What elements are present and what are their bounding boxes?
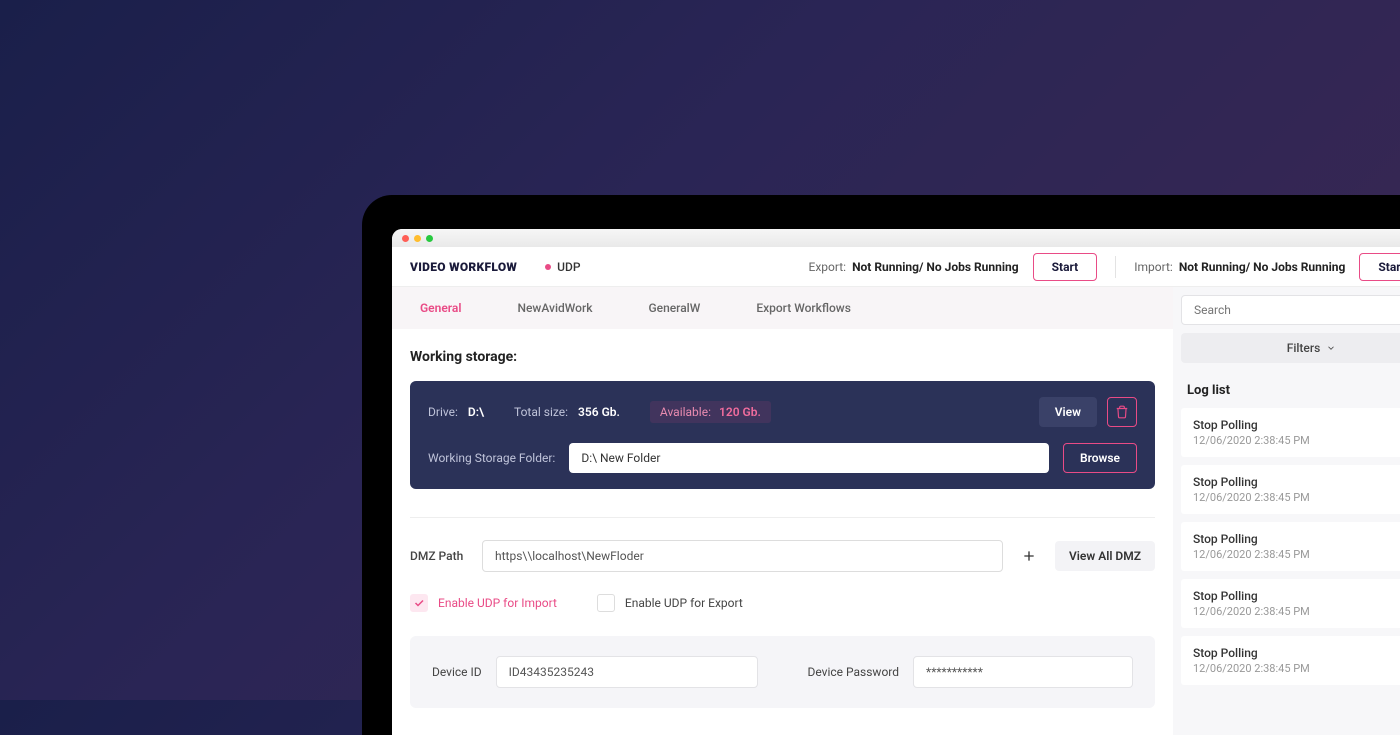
log-item-timestamp: 12/06/2020 2:38:45 PM	[1193, 434, 1400, 447]
view-button[interactable]: View	[1039, 397, 1097, 427]
storage-card: Drive: D:\ Total size: 356 Gb. Available…	[410, 381, 1155, 489]
available-label: Available:	[660, 405, 711, 419]
main-column: General NewAvidWork GeneralW Export Work…	[392, 287, 1173, 735]
export-label: Export:	[809, 260, 847, 274]
device-password-input[interactable]	[913, 656, 1133, 688]
drive-value: D:\	[468, 405, 484, 419]
minimize-icon[interactable]	[414, 235, 421, 242]
delete-button[interactable]	[1107, 397, 1137, 427]
log-item[interactable]: Stop Polling 12/06/2020 2:38:45 PM	[1181, 408, 1400, 457]
storage-info-row: Drive: D:\ Total size: 356 Gb. Available…	[428, 397, 1137, 427]
log-list: Stop Polling12/06/2020 2:38:45 PMStop Po…	[1181, 408, 1400, 693]
export-start-button[interactable]: Start	[1033, 253, 1098, 281]
device-id-input[interactable]	[496, 656, 758, 688]
log-item[interactable]: Stop Polling 12/06/2020 2:38:45 PM	[1181, 579, 1400, 628]
dmz-row: DMZ Path View All DMZ	[410, 540, 1155, 572]
app-logo: VIDEO WORKFLOW	[410, 260, 517, 274]
status-dot-icon	[545, 264, 551, 270]
enable-udp-import-checkbox[interactable]: Enable UDP for Import	[410, 594, 557, 612]
header-bar: VIDEO WORKFLOW UDP Export: Not Running/ …	[392, 247, 1400, 287]
device-id-label: Device ID	[432, 665, 482, 679]
import-label: Import:	[1134, 260, 1173, 274]
log-item-timestamp: 12/06/2020 2:38:45 PM	[1193, 662, 1400, 675]
log-item-timestamp: 12/06/2020 2:38:45 PM	[1193, 605, 1400, 618]
sidebar: Filters Log list Stop Polling 12/06/2020 …	[1173, 287, 1400, 735]
dmz-path-input[interactable]	[482, 540, 1003, 572]
device-frame: VIDEO WORKFLOW UDP Export: Not Running/ …	[362, 195, 1400, 735]
log-item[interactable]: Stop Polling 12/06/2020 2:38:45 PM	[1181, 522, 1400, 571]
log-item-title: Stop Polling	[1193, 532, 1400, 546]
device-id-group: Device ID	[432, 656, 758, 688]
log-item-timestamp: 12/06/2020 2:38:45 PM	[1193, 491, 1400, 504]
log-item[interactable]: Stop Polling 12/06/2020 2:38:45 PM	[1181, 636, 1400, 685]
log-item-title: Stop Polling	[1193, 646, 1400, 660]
enable-udp-import-label: Enable UDP for Import	[438, 596, 557, 610]
working-folder-label: Working Storage Folder:	[428, 451, 555, 465]
storage-folder-row: Working Storage Folder: Browse	[428, 443, 1137, 473]
tab-generalw[interactable]: GeneralW	[620, 301, 728, 315]
checkbox-row: Enable UDP for Import Enable UDP for Exp…	[410, 594, 1155, 612]
tab-newavidwork[interactable]: NewAvidWork	[489, 301, 620, 315]
available-badge: Available: 120 Gb.	[650, 401, 771, 423]
enable-udp-export-label: Enable UDP for Export	[625, 596, 743, 610]
browse-button[interactable]: Browse	[1063, 443, 1137, 473]
filters-button[interactable]: Filters	[1181, 333, 1400, 363]
tab-general[interactable]: General	[392, 301, 489, 315]
divider	[410, 517, 1155, 518]
tab-export-workflows[interactable]: Export Workflows	[728, 301, 879, 315]
import-start-button[interactable]: Start	[1359, 253, 1400, 281]
log-item-title: Stop Polling	[1193, 418, 1400, 432]
device-card: Device ID Device Password	[410, 636, 1155, 708]
tabs-bar: General NewAvidWork GeneralW Export Work…	[392, 287, 1173, 329]
import-status: Not Running/ No Jobs Running	[1179, 260, 1346, 274]
view-all-dmz-button[interactable]: View All DMZ	[1055, 541, 1155, 571]
log-item-title: Stop Polling	[1193, 589, 1400, 603]
protocol-label: UDP	[557, 260, 580, 274]
available-value: 120 Gb.	[719, 405, 761, 419]
totalsize-value: 356 Gb.	[578, 405, 620, 419]
window-titlebar	[392, 229, 1400, 247]
filters-label: Filters	[1287, 341, 1321, 355]
chevron-down-icon	[1326, 343, 1336, 353]
totalsize-label: Total size:	[514, 405, 568, 419]
working-folder-input[interactable]	[569, 443, 1049, 473]
device-password-group: Device Password	[808, 656, 1134, 688]
close-icon[interactable]	[402, 235, 409, 242]
search-input[interactable]	[1181, 295, 1400, 325]
maximize-icon[interactable]	[426, 235, 433, 242]
log-item[interactable]: Stop Polling 12/06/2020 2:38:45 PM	[1181, 465, 1400, 514]
add-dmz-button[interactable]	[1015, 542, 1043, 570]
drive-label: Drive:	[428, 405, 458, 419]
trash-icon	[1115, 405, 1129, 419]
log-list-title: Log list	[1187, 383, 1400, 398]
check-icon	[413, 597, 425, 609]
enable-udp-export-checkbox[interactable]: Enable UDP for Export	[597, 594, 743, 612]
main-content: Working storage: Drive: D:\ Total size: …	[392, 329, 1173, 735]
log-item-title: Stop Polling	[1193, 475, 1400, 489]
working-storage-title: Working storage:	[410, 349, 1155, 365]
divider	[1115, 256, 1116, 278]
app-window: VIDEO WORKFLOW UDP Export: Not Running/ …	[392, 229, 1400, 735]
export-status: Not Running/ No Jobs Running	[852, 260, 1019, 274]
body: General NewAvidWork GeneralW Export Work…	[392, 287, 1400, 735]
device-password-label: Device Password	[808, 665, 900, 679]
dmz-label: DMZ Path	[410, 549, 470, 563]
plus-icon	[1021, 548, 1037, 564]
log-item-timestamp: 12/06/2020 2:38:45 PM	[1193, 548, 1400, 561]
